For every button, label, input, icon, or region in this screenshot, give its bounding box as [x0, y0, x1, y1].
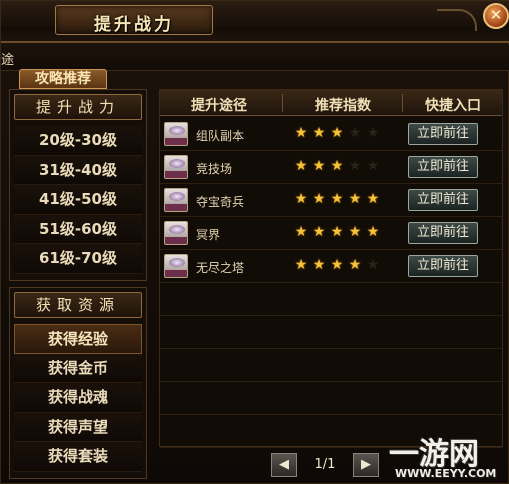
title-bar: 提升战力 ✕: [1, 1, 509, 43]
window-title: 提升战力: [94, 15, 174, 35]
close-button[interactable]: ✕: [483, 3, 509, 29]
star-icon: ★: [294, 191, 308, 207]
method-name: 夺宝奇兵: [196, 195, 245, 209]
star-icon: ★: [312, 257, 326, 273]
go-now-button[interactable]: 立即前往: [408, 255, 478, 277]
sub-bar: 途: [1, 45, 509, 71]
resource-item-set[interactable]: 获得套装: [14, 442, 142, 472]
ornament-decoration: [437, 9, 477, 31]
next-page-button[interactable]: ▶: [353, 453, 379, 477]
level-item[interactable]: 51级-60级: [14, 214, 142, 244]
table-row: 冥界 ★ ★ ★ ★ ★ 立即前往: [160, 217, 502, 250]
star-rating: ★ ★ ★ ★ ★: [292, 224, 392, 242]
table-row: 组队副本 ★ ★ ★ ★ ★ 立即前往: [160, 118, 502, 151]
game-window: 提升战力 ✕ 途 攻略推荐 提升战力 20级-30级 31级-40级 41级-5…: [0, 0, 509, 484]
column-divider: [402, 94, 403, 112]
power-level-panel: 提升战力 20级-30级 31级-40级 41级-50级 51级-60级 61级…: [9, 89, 147, 281]
resource-item-exp[interactable]: 获得经验: [14, 324, 142, 354]
item-icon: [164, 254, 188, 278]
star-icon: ★: [294, 257, 308, 273]
star-icon: ★: [348, 224, 362, 240]
method-name: 冥界: [196, 228, 221, 242]
star-icon: ★: [366, 257, 380, 273]
star-icon: ★: [294, 125, 308, 141]
star-icon: ★: [312, 158, 326, 174]
table-row: [160, 382, 502, 415]
site-watermark: 一游网 WWW.EEYY.COM: [389, 429, 509, 483]
star-rating: ★ ★ ★ ★ ★: [292, 125, 392, 143]
panel-header-power: 提升战力: [14, 94, 142, 120]
column-header-shortcut: 快捷入口: [425, 98, 481, 114]
star-icon: ★: [312, 191, 326, 207]
table-row: [160, 349, 502, 382]
method-name: 竞技场: [196, 162, 233, 176]
method-table: 提升途径 推荐指数 快捷入口 组队副本 ★ ★ ★ ★ ★ 立即前往 竞技场 ★ ★ ★ ★ ★ 立即前往…: [159, 89, 503, 448]
pagination: ◀ 1/1 ▶: [271, 453, 379, 477]
watermark-url: WWW.EEYY.COM: [395, 467, 497, 480]
star-icon: ★: [294, 158, 308, 174]
star-rating: ★ ★ ★ ★ ★: [292, 158, 392, 176]
level-item[interactable]: 41级-50级: [14, 185, 142, 215]
star-icon: ★: [330, 158, 344, 174]
level-item[interactable]: 20级-30级: [14, 126, 142, 156]
edge-text: 途: [1, 53, 15, 68]
star-icon: ★: [348, 191, 362, 207]
star-icon: ★: [348, 158, 362, 174]
method-name: 组队副本: [196, 129, 245, 143]
go-now-button[interactable]: 立即前往: [408, 123, 478, 145]
go-now-button[interactable]: 立即前往: [408, 189, 478, 211]
column-header-rating: 推荐指数: [315, 98, 371, 114]
resource-item-reputation[interactable]: 获得声望: [14, 412, 142, 442]
star-icon: ★: [366, 125, 380, 141]
go-now-button[interactable]: 立即前往: [408, 156, 478, 178]
star-icon: ★: [330, 224, 344, 240]
table-row: 无尽之塔 ★ ★ ★ ★ ★ 立即前往: [160, 250, 502, 283]
table-row: 竞技场 ★ ★ ★ ★ ★ 立即前往: [160, 151, 502, 184]
page-indicator: 1/1: [314, 457, 336, 472]
star-icon: ★: [330, 257, 344, 273]
item-icon: [164, 122, 188, 146]
star-icon: ★: [366, 158, 380, 174]
item-icon: [164, 221, 188, 245]
resource-item-soul[interactable]: 获得战魂: [14, 383, 142, 413]
star-icon: ★: [366, 224, 380, 240]
column-divider: [282, 94, 283, 112]
star-icon: ★: [312, 125, 326, 141]
prev-page-button[interactable]: ◀: [271, 453, 297, 477]
resource-item-gold[interactable]: 获得金币: [14, 353, 142, 383]
table-row: [160, 316, 502, 349]
item-icon: [164, 188, 188, 212]
close-icon: ✕: [489, 6, 503, 24]
resource-list: 获得经验 获得金币 获得战魂 获得声望 获得套装: [14, 324, 142, 472]
go-now-button[interactable]: 立即前往: [408, 222, 478, 244]
level-item[interactable]: 31级-40级: [14, 155, 142, 185]
panel-header-resources: 获取资源: [14, 292, 142, 318]
table-row: 夺宝奇兵 ★ ★ ★ ★ ★ 立即前往: [160, 184, 502, 217]
resource-panel: 获取资源 获得经验 获得金币 获得战魂 获得声望 获得套装: [9, 287, 147, 479]
tab-strategy-recommend[interactable]: 攻略推荐: [19, 69, 107, 89]
item-icon: [164, 155, 188, 179]
star-icon: ★: [348, 257, 362, 273]
level-item[interactable]: 61级-70级: [14, 244, 142, 274]
table-header: 提升途径 推荐指数 快捷入口: [160, 90, 502, 116]
star-icon: ★: [366, 191, 380, 207]
star-icon: ★: [330, 125, 344, 141]
star-icon: ★: [294, 224, 308, 240]
method-name: 无尽之塔: [196, 261, 245, 275]
level-list: 20级-30级 31级-40级 41级-50级 51级-60级 61级-70级: [14, 126, 142, 274]
star-icon: ★: [348, 125, 362, 141]
star-rating: ★ ★ ★ ★ ★: [292, 191, 392, 209]
star-rating: ★ ★ ★ ★ ★: [292, 257, 392, 275]
column-header-method: 提升途径: [191, 98, 247, 114]
star-icon: ★: [330, 191, 344, 207]
star-icon: ★: [312, 224, 326, 240]
table-row: [160, 283, 502, 316]
